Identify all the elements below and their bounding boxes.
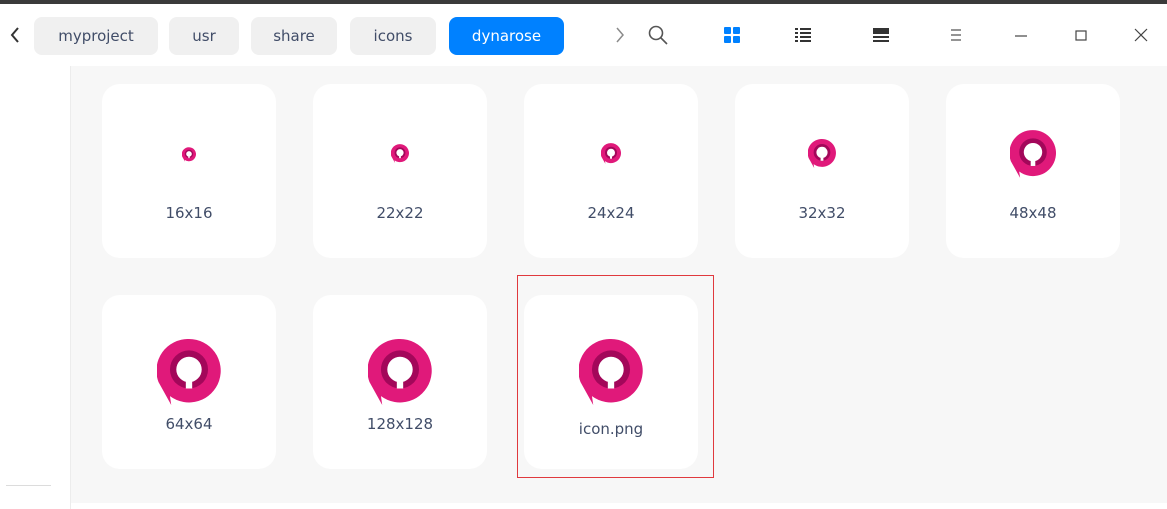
list-view-icon xyxy=(795,28,811,42)
file-name: 32x32 xyxy=(798,204,846,222)
search-icon xyxy=(648,25,668,45)
detail-view-button[interactable] xyxy=(868,21,894,49)
chevron-right-icon xyxy=(616,27,624,43)
forward-button[interactable] xyxy=(607,21,633,49)
dynarose-app-icon xyxy=(735,84,909,168)
file-name: 24x24 xyxy=(587,204,635,222)
dynarose-app-icon xyxy=(313,84,487,163)
maximize-button[interactable] xyxy=(1068,21,1094,49)
main-menu-button[interactable] xyxy=(943,21,969,49)
breadcrumb-share[interactable]: share xyxy=(251,17,337,55)
file-name: 128x128 xyxy=(366,415,434,433)
title-bar: myproject usr share icons dynarose xyxy=(0,4,1167,66)
file-item[interactable]: 16x16 xyxy=(102,84,276,258)
dynarose-app-icon xyxy=(313,295,487,405)
chevron-left-icon xyxy=(10,27,19,43)
dynarose-app-icon xyxy=(946,84,1120,178)
menu-icon xyxy=(951,29,961,41)
maximize-icon xyxy=(1075,30,1087,41)
close-icon xyxy=(1134,28,1148,42)
file-name: 64x64 xyxy=(165,415,213,433)
sidebar xyxy=(0,66,71,509)
sidebar-divider xyxy=(6,485,51,486)
grid-view-icon xyxy=(724,27,740,43)
breadcrumb-myproject[interactable]: myproject xyxy=(34,17,158,55)
file-name: 16x16 xyxy=(165,204,213,222)
file-item[interactable]: icon.png xyxy=(524,295,698,469)
minimize-icon xyxy=(1015,35,1027,37)
back-button[interactable] xyxy=(4,20,26,50)
file-item[interactable]: 128x128 xyxy=(313,295,487,469)
file-item[interactable]: 24x24 xyxy=(524,84,698,258)
close-button[interactable] xyxy=(1128,21,1154,49)
file-name: icon.png xyxy=(578,420,644,438)
breadcrumb-usr[interactable]: usr xyxy=(169,17,239,55)
file-grid: 16x16 22x22 24x24 32x32 48x48 64x64 128x… xyxy=(71,66,1167,503)
dynarose-app-icon xyxy=(102,84,276,162)
search-button[interactable] xyxy=(645,21,671,49)
list-view-button[interactable] xyxy=(790,21,816,49)
file-item[interactable]: 32x32 xyxy=(735,84,909,258)
file-item[interactable]: 64x64 xyxy=(102,295,276,469)
breadcrumb-dynarose[interactable]: dynarose xyxy=(449,17,564,55)
breadcrumb-icons[interactable]: icons xyxy=(350,17,436,55)
icon-view-button[interactable] xyxy=(719,21,745,49)
file-name: 48x48 xyxy=(1009,204,1057,222)
dynarose-app-icon xyxy=(524,295,698,405)
file-name: 22x22 xyxy=(376,204,424,222)
file-item[interactable]: 48x48 xyxy=(946,84,1120,258)
minimize-button[interactable] xyxy=(1008,21,1034,49)
dynarose-app-icon xyxy=(524,84,698,164)
file-item[interactable]: 22x22 xyxy=(313,84,487,258)
detail-view-icon xyxy=(873,28,889,42)
dynarose-app-icon xyxy=(102,295,276,405)
